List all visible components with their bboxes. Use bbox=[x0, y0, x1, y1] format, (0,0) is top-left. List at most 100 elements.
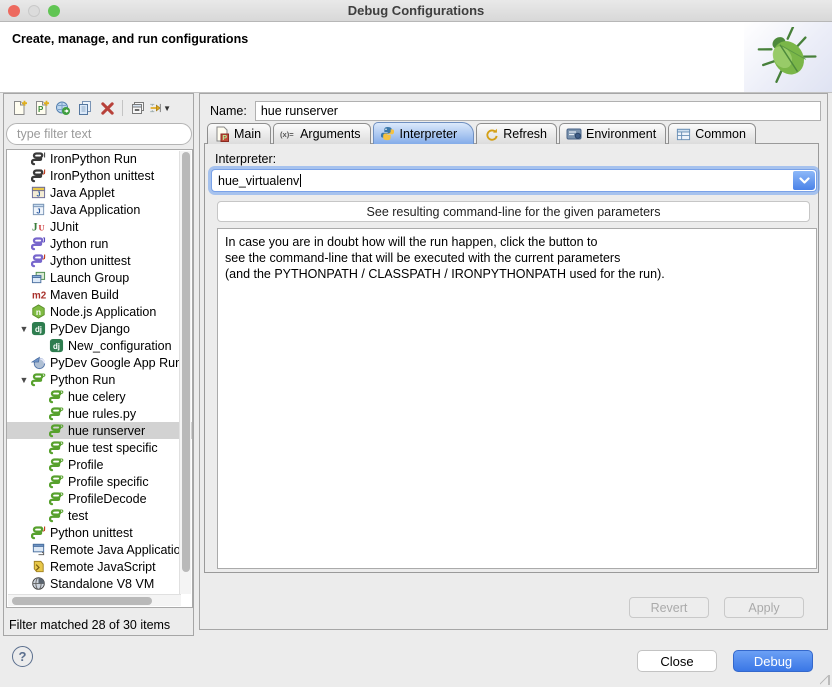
expander-icon[interactable]: ▼ bbox=[17, 375, 31, 385]
tree-item-ironpython-run[interactable]: IIronPython Run bbox=[7, 150, 192, 167]
tab-arguments[interactable]: (x)=Arguments bbox=[273, 123, 370, 144]
tree-item-label: New_configuration bbox=[66, 339, 172, 353]
python-run-icon: P bbox=[31, 372, 48, 387]
debug-configurations-dialog: Debug Configurations Create, manage, and… bbox=[0, 0, 832, 687]
config-tabs: PMain(x)=ArgumentsInterpreterRefresh Envi… bbox=[207, 122, 758, 144]
tree-item-label: Jython run bbox=[48, 237, 108, 251]
tree-item-remote-java-application[interactable]: Remote Java Application bbox=[7, 541, 192, 558]
environment-icon bbox=[566, 126, 582, 142]
interpreter-tab-content: Interpreter: hue_virtualenv See resultin… bbox=[204, 143, 819, 573]
export-configurations-button[interactable] bbox=[52, 98, 74, 118]
tree-item-label: JUnit bbox=[48, 220, 78, 234]
tree-item-label: Maven Build bbox=[48, 288, 119, 302]
apply-button[interactable]: Apply bbox=[724, 597, 804, 618]
svg-text:m2: m2 bbox=[32, 290, 47, 301]
configurations-tree: IIronPython RunUIronPython unittestJJava… bbox=[6, 149, 193, 608]
filter-configurations-button[interactable]: ▼ bbox=[149, 98, 171, 118]
svg-text:n: n bbox=[36, 307, 41, 317]
tree-item-ironpython-unittest[interactable]: UIronPython unittest bbox=[7, 167, 192, 184]
name-input[interactable] bbox=[255, 101, 821, 121]
maven-build-icon: m2 bbox=[31, 287, 48, 302]
python-run-icon: P bbox=[49, 406, 66, 421]
main-icon: P bbox=[214, 126, 230, 142]
tree-item-jython-run[interactable]: JJython run bbox=[7, 235, 192, 252]
v8-icon bbox=[31, 576, 48, 591]
tree-item-standalone-v8-vm[interactable]: Standalone V8 VM bbox=[7, 575, 192, 592]
interpreter-combo[interactable]: hue_virtualenv bbox=[211, 169, 817, 192]
interpreter-value: hue_virtualenv bbox=[212, 174, 299, 188]
text-caret bbox=[300, 174, 301, 187]
tree-item-profiledecode[interactable]: PProfileDecode bbox=[7, 490, 192, 507]
refresh-icon bbox=[483, 126, 499, 142]
debug-button[interactable]: Debug bbox=[733, 650, 813, 672]
svg-text:J: J bbox=[37, 192, 41, 199]
tree-item-label: Standalone V8 VM bbox=[48, 577, 154, 591]
tree-item-hue-runserver[interactable]: Phue runserver bbox=[7, 422, 192, 439]
close-button[interactable]: Close bbox=[637, 650, 717, 672]
python-run-icon: P bbox=[49, 491, 66, 506]
tree-item-label: Jython unittest bbox=[48, 254, 131, 268]
tree-item-label: Launch Group bbox=[48, 271, 129, 285]
ironpython-unittest-icon: U bbox=[31, 168, 48, 183]
tree-item-profile[interactable]: PProfile bbox=[7, 456, 192, 473]
tab-common[interactable]: Common bbox=[668, 123, 756, 144]
tree-item-python-run[interactable]: ▼PPython Run bbox=[7, 371, 192, 388]
svg-text:P: P bbox=[222, 135, 227, 142]
tree-item-hue-celery[interactable]: Phue celery bbox=[7, 388, 192, 405]
tree-item-label: hue celery bbox=[66, 390, 126, 404]
tree-item-remote-javascript[interactable]: Remote JavaScript bbox=[7, 558, 192, 575]
tree-item-hue-test-specific[interactable]: Phue test specific bbox=[7, 439, 192, 456]
svg-text:(x)=: (x)= bbox=[280, 130, 294, 139]
tab-interpreter[interactable]: Interpreter bbox=[373, 122, 475, 144]
delete-configuration-button[interactable] bbox=[96, 98, 118, 118]
tree-item-java-applet[interactable]: JJava Applet bbox=[7, 184, 192, 201]
tab-refresh[interactable]: Refresh bbox=[476, 123, 557, 144]
tree-item-profile-specific[interactable]: PProfile specific bbox=[7, 473, 192, 490]
filter-input[interactable] bbox=[17, 127, 181, 141]
tree-item-launch-group[interactable]: Launch Group bbox=[7, 269, 192, 286]
expander-icon[interactable]: ▼ bbox=[17, 324, 31, 334]
filter-icon bbox=[149, 100, 162, 116]
svg-text:dj: dj bbox=[35, 325, 42, 334]
tab-main[interactable]: PMain bbox=[207, 123, 271, 144]
new-configuration-button[interactable] bbox=[8, 98, 30, 118]
resize-grip[interactable] bbox=[820, 675, 830, 685]
tree-item-maven-build[interactable]: m2Maven Build bbox=[7, 286, 192, 303]
launch-group-icon bbox=[31, 270, 48, 285]
tree-item-jython-unittest[interactable]: UJython unittest bbox=[7, 252, 192, 269]
collapse-all-button[interactable] bbox=[127, 98, 149, 118]
tree-item-label: hue runserver bbox=[66, 424, 145, 438]
revert-button[interactable]: Revert bbox=[629, 597, 709, 618]
filter-field-wrap bbox=[6, 123, 192, 145]
svg-text:J: J bbox=[32, 222, 38, 234]
see-command-line-button[interactable]: See resulting command-line for the given… bbox=[217, 201, 810, 222]
help-button[interactable]: ? bbox=[12, 646, 33, 667]
tab-label: Environment bbox=[586, 127, 656, 141]
tree-item-hue-rules-py[interactable]: Phue rules.py bbox=[7, 405, 192, 422]
tree-item-junit[interactable]: JUJUnit bbox=[7, 218, 192, 235]
tree-item-python-unittest[interactable]: UPython unittest bbox=[7, 524, 192, 541]
chevron-down-icon[interactable] bbox=[793, 171, 815, 190]
python-run-icon: P bbox=[49, 389, 66, 404]
tree-item-label: Python Run bbox=[48, 373, 115, 387]
tree-item-pydev-django[interactable]: ▼ dj PyDev Django bbox=[7, 320, 192, 337]
tree-item-test[interactable]: Ptest bbox=[7, 507, 192, 524]
tab-environment[interactable]: Environment bbox=[559, 123, 666, 144]
tree-item-label: Java Application bbox=[48, 203, 140, 217]
tree-item-pydev-google-app-run[interactable]: PyDev Google App Run bbox=[7, 354, 192, 371]
duplicate-configuration-button[interactable] bbox=[74, 98, 96, 118]
info-text-area[interactable]: In case you are in doubt how will the ru… bbox=[217, 228, 817, 569]
new-prototype-button[interactable]: P bbox=[30, 98, 52, 118]
tree-item-java-application[interactable]: JJava Application bbox=[7, 201, 192, 218]
tree-item-new-configuration[interactable]: djNew_configuration bbox=[7, 337, 192, 354]
tree-horizontal-scrollbar[interactable] bbox=[8, 594, 181, 606]
jython-unittest-icon: U bbox=[31, 253, 48, 268]
tree-item-node-js-application[interactable]: nNode.js Application bbox=[7, 303, 192, 320]
tree-vertical-scrollbar[interactable] bbox=[179, 151, 191, 594]
tree-item-label: PyDev Django bbox=[48, 322, 130, 336]
collapse-all-icon bbox=[130, 100, 146, 116]
python-run-icon: P bbox=[49, 508, 66, 523]
django-icon: dj bbox=[31, 321, 48, 336]
svg-text:P: P bbox=[38, 105, 44, 114]
java-application-icon: J bbox=[31, 202, 48, 217]
